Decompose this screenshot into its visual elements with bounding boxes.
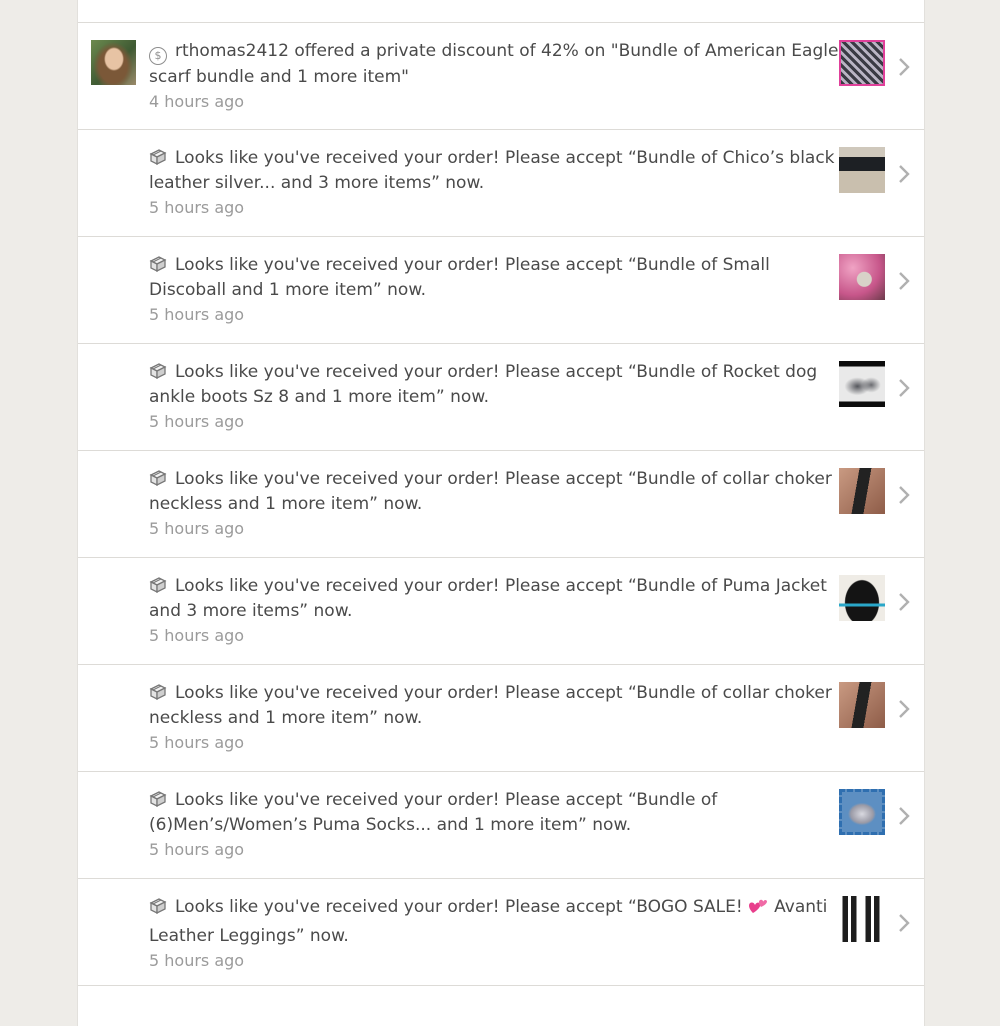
notification-message: Looks like you've received your order! P… bbox=[149, 148, 835, 193]
chevron-right-icon[interactable] bbox=[894, 699, 914, 719]
notification-text: Looks like you've received your order! P… bbox=[149, 253, 839, 327]
user-avatar[interactable] bbox=[91, 40, 136, 85]
notification-row-partial[interactable] bbox=[78, 986, 924, 1026]
notification-message: Looks like you've received your order! P… bbox=[149, 683, 832, 728]
chevron-right-icon[interactable] bbox=[894, 592, 914, 612]
notification-timestamp: 5 hours ago bbox=[149, 951, 245, 970]
notification-message: rthomas2412 offered a private discount o… bbox=[149, 41, 839, 87]
chevron-right-icon[interactable] bbox=[894, 485, 914, 505]
notification-row[interactable]: Looks like you've received your order! P… bbox=[78, 451, 924, 558]
item-thumbnail[interactable] bbox=[839, 575, 885, 621]
notification-message: Looks like you've received your order! P… bbox=[149, 362, 818, 407]
notification-text: Looks like you've received your order! P… bbox=[149, 360, 839, 434]
notification-row[interactable]: Looks like you've received your order! P… bbox=[78, 130, 924, 237]
package-icon bbox=[149, 790, 167, 808]
item-thumbnail[interactable] bbox=[839, 40, 885, 86]
notification-row[interactable]: Looks like you've received your order! P… bbox=[78, 665, 924, 772]
package-icon bbox=[149, 897, 167, 915]
notification-timestamp: 5 hours ago bbox=[149, 305, 245, 324]
package-icon bbox=[149, 469, 167, 487]
notification-timestamp: 5 hours ago bbox=[149, 198, 245, 217]
notification-timestamp: 5 hours ago bbox=[149, 733, 245, 752]
item-thumbnail[interactable] bbox=[839, 254, 885, 300]
notification-text: Looks like you've received your order! P… bbox=[149, 146, 839, 220]
notification-row[interactable]: $ rthomas2412 offered a private discount … bbox=[78, 23, 924, 130]
notification-text: $ rthomas2412 offered a private discount … bbox=[149, 39, 839, 114]
chevron-right-icon[interactable] bbox=[894, 806, 914, 826]
notification-text: Looks like you've received your order! P… bbox=[149, 788, 839, 862]
chevron-right-icon[interactable] bbox=[894, 164, 914, 184]
notification-text: Looks like you've received your order! P… bbox=[149, 895, 839, 973]
package-icon bbox=[149, 148, 167, 166]
package-icon bbox=[149, 576, 167, 594]
notification-timestamp: 5 hours ago bbox=[149, 519, 245, 538]
notification-message: Looks like you've received your order! P… bbox=[149, 255, 770, 300]
notification-row[interactable]: Looks like you've received your order! P… bbox=[78, 558, 924, 665]
item-thumbnail[interactable] bbox=[839, 147, 885, 193]
package-icon bbox=[149, 255, 167, 273]
chevron-right-icon[interactable] bbox=[894, 271, 914, 291]
notification-row[interactable]: Looks like you've received your order! P… bbox=[78, 772, 924, 879]
chevron-right-icon[interactable] bbox=[894, 913, 914, 933]
notification-timestamp: 4 hours ago bbox=[149, 92, 245, 111]
notification-message: Looks like you've received your order! P… bbox=[149, 576, 827, 621]
item-thumbnail[interactable] bbox=[839, 468, 885, 514]
notification-feed: $ rthomas2412 offered a private discount … bbox=[77, 0, 925, 1026]
item-thumbnail[interactable] bbox=[839, 682, 885, 728]
chevron-right-icon[interactable] bbox=[894, 57, 914, 77]
notification-timestamp: 5 hours ago bbox=[149, 626, 245, 645]
notification-message: Looks like you've received your order! P… bbox=[175, 897, 743, 917]
notification-text: Looks like you've received your order! P… bbox=[149, 574, 839, 648]
chevron-right-icon[interactable] bbox=[894, 378, 914, 398]
item-thumbnail[interactable] bbox=[839, 361, 885, 407]
notification-row-partial[interactable] bbox=[78, 0, 924, 23]
package-icon bbox=[149, 362, 167, 380]
item-thumbnail[interactable] bbox=[839, 896, 885, 942]
notification-row[interactable]: Looks like you've received your order! P… bbox=[78, 344, 924, 451]
notification-message: Looks like you've received your order! P… bbox=[149, 790, 718, 835]
package-icon bbox=[149, 683, 167, 701]
notification-message: Looks like you've received your order! P… bbox=[149, 469, 832, 514]
notification-timestamp: 5 hours ago bbox=[149, 840, 245, 859]
notification-text: Looks like you've received your order! P… bbox=[149, 681, 839, 755]
notification-row[interactable]: Looks like you've received your order! P… bbox=[78, 879, 924, 986]
notification-text: Looks like you've received your order! P… bbox=[149, 467, 839, 541]
dollar-coin-icon: $ bbox=[149, 47, 167, 65]
item-thumbnail[interactable] bbox=[839, 789, 885, 835]
two-hearts-emoji-icon bbox=[747, 896, 769, 924]
notification-row[interactable]: Looks like you've received your order! P… bbox=[78, 237, 924, 344]
notification-timestamp: 5 hours ago bbox=[149, 412, 245, 431]
